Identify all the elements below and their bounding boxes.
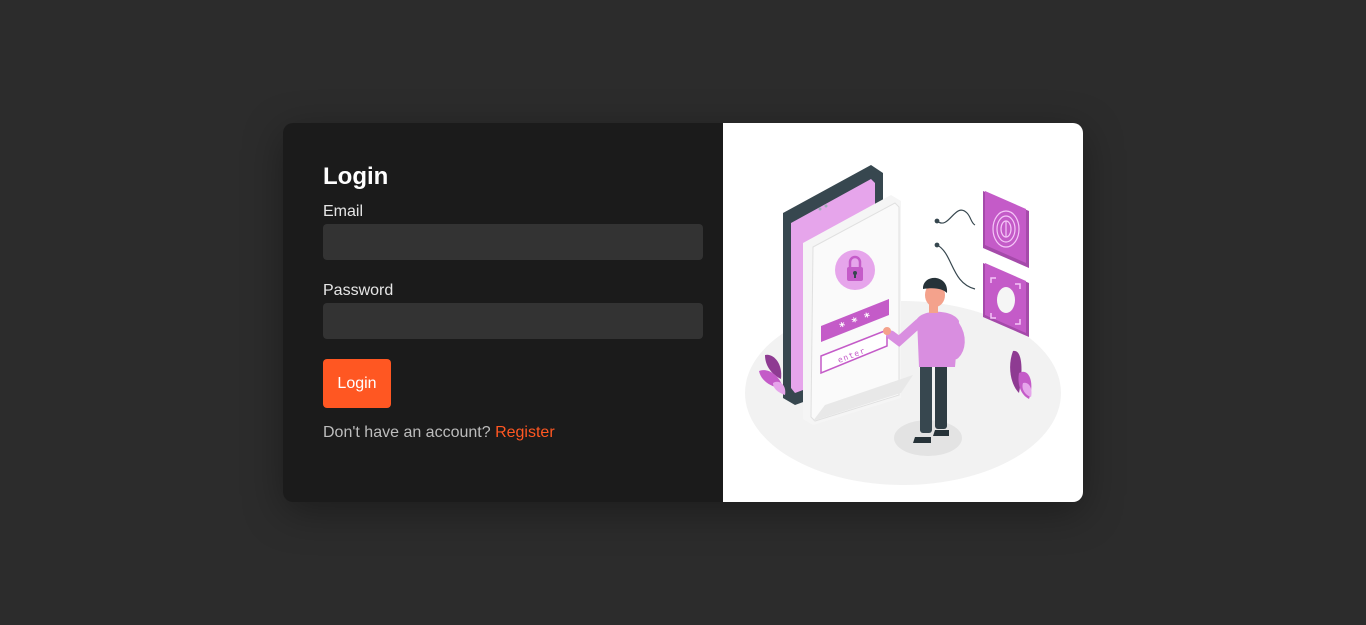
password-label: Password xyxy=(323,282,394,299)
fingerprint-icon xyxy=(983,191,1029,268)
email-field[interactable] xyxy=(323,224,703,260)
register-prompt-text: Don't have an account? xyxy=(323,424,491,441)
page-title: Login xyxy=(323,163,389,190)
phone-security-illustration: * * * enter xyxy=(745,165,1061,485)
lock-icon xyxy=(835,250,875,290)
login-card: Login Email Password Login Don't have an… xyxy=(283,123,1083,502)
password-field[interactable] xyxy=(323,303,703,339)
register-prompt: Don't have an account? Register xyxy=(323,424,555,442)
email-label: Email xyxy=(323,203,364,220)
register-link[interactable]: Register xyxy=(495,424,555,441)
connector-lines xyxy=(934,209,976,290)
illustration-panel: * * * enter xyxy=(723,123,1083,502)
login-form-panel: Login Email Password Login Don't have an… xyxy=(283,123,723,502)
login-button[interactable]: Login xyxy=(323,359,391,408)
phone-icon xyxy=(783,165,913,425)
